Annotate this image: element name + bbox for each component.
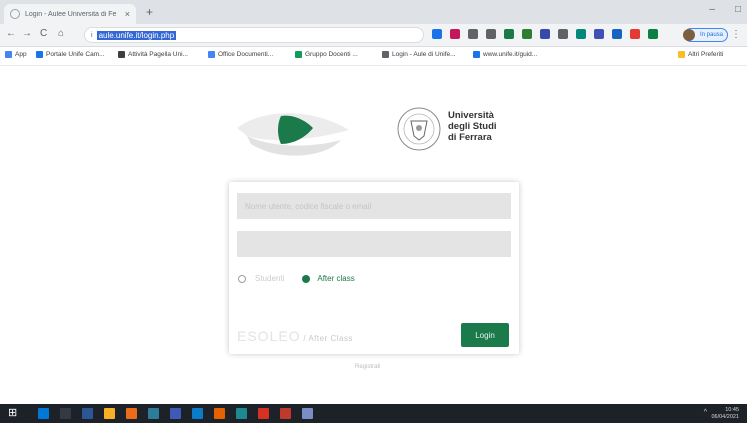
role-radio-group: Studenti After class — [238, 274, 355, 283]
taskbar-app-icon[interactable] — [60, 408, 71, 419]
bookmark-item[interactable]: www.unife.it/guid... — [473, 51, 537, 58]
profile-label: In pausa — [699, 32, 723, 38]
browser-tabstrip: Login - Aulee Universita di Fe × + – □ — [0, 0, 747, 24]
window-controls: – □ — [709, 4, 741, 15]
brand-name: ESOLEO — [237, 328, 301, 344]
bookmark-label: Login - Aule di Unife... — [392, 51, 456, 58]
extension-icon[interactable] — [504, 29, 514, 39]
university-name-line: di Ferrara — [448, 132, 492, 143]
extension-icon[interactable] — [450, 29, 460, 39]
bookmark-item[interactable]: Office Documenti... — [208, 51, 273, 58]
avatar — [683, 29, 695, 41]
menu-icon[interactable]: ⋮ — [731, 29, 741, 40]
url-text[interactable]: aule.unife.it/login.php — [96, 30, 177, 40]
radio-label-studenti[interactable]: Studenti — [255, 274, 284, 283]
apps-icon — [5, 51, 12, 58]
login-card: Studenti After class ESOLEO / After Clas… — [229, 182, 519, 354]
bookmark-item[interactable]: App — [5, 51, 27, 58]
username-field[interactable] — [237, 193, 511, 219]
maximize-button[interactable]: □ — [735, 4, 741, 15]
radio-after-class[interactable] — [302, 274, 311, 283]
browser-toolbar: ← → C ⌂ i aule.unife.it/login.php In pau… — [0, 24, 747, 47]
bookmark-favicon-icon — [36, 51, 43, 58]
brand-wordmark: ESOLEO / After Class — [237, 328, 353, 344]
extension-icon[interactable] — [594, 29, 604, 39]
site-info-icon[interactable]: i — [91, 32, 93, 39]
taskbar-app-icon[interactable] — [126, 408, 137, 419]
brand-subtitle: / After Class — [300, 334, 353, 343]
bookmark-favicon-icon — [382, 51, 389, 58]
taskbar-app-icon[interactable] — [104, 408, 115, 419]
bookmark-favicon-icon — [295, 51, 302, 58]
home-button[interactable]: ⌂ — [58, 28, 64, 39]
extension-icon[interactable] — [558, 29, 568, 39]
extension-icon[interactable] — [540, 29, 550, 39]
start-icon[interactable]: ⊞ — [8, 406, 17, 419]
university-name-line: Università — [448, 110, 494, 121]
extension-icon[interactable] — [612, 29, 622, 39]
radio-label-after-class[interactable]: After class — [317, 274, 354, 283]
extension-icon[interactable] — [432, 29, 442, 39]
app-logo-icon — [237, 113, 349, 156]
extension-icon[interactable] — [522, 29, 532, 39]
taskbar-app-icon[interactable] — [82, 408, 93, 419]
bookmark-label: www.unife.it/guid... — [483, 51, 538, 58]
extension-icon[interactable] — [630, 29, 640, 39]
extension-icon[interactable] — [648, 29, 658, 39]
bookmark-favicon-icon — [473, 51, 480, 58]
reload-button[interactable]: C — [40, 28, 47, 39]
taskbar-app-icon[interactable] — [38, 408, 49, 419]
tray-chevron-icon[interactable]: ^ — [704, 409, 707, 416]
taskbar-app-icon[interactable] — [214, 408, 225, 419]
login-button[interactable]: Login — [461, 323, 509, 347]
folder-icon — [678, 51, 685, 58]
bookmark-label: Attività Pagella Uni... — [128, 51, 188, 58]
forward-button[interactable]: → — [22, 28, 32, 39]
password-field[interactable] — [237, 231, 511, 257]
bookmark-item[interactable]: Gruppo Docenti ... — [295, 51, 358, 58]
profile-button[interactable]: In pausa — [683, 28, 728, 42]
new-tab-button[interactable]: + — [146, 5, 153, 19]
taskbar-app-icon[interactable] — [280, 408, 291, 419]
bookmark-label: Altri Preferiti — [688, 51, 724, 58]
university-name-line: degli Studi — [448, 121, 497, 132]
bookmark-label: App — [15, 51, 27, 58]
radio-studenti[interactable] — [238, 274, 246, 283]
bookmarks-bar: App Portale Unife Cam... Attività Pagell… — [0, 47, 747, 66]
taskbar-app-icon[interactable] — [302, 408, 313, 419]
university-seal-icon — [397, 107, 441, 151]
bookmark-item[interactable]: Attività Pagella Uni... — [118, 51, 188, 58]
minimize-button[interactable]: – — [709, 4, 715, 15]
clock[interactable]: 10:45 06/04/2021 — [711, 407, 739, 420]
university-logo: Università degli Studi di Ferrara — [396, 106, 516, 158]
tab-title: Login - Aulee Universita di Fe — [25, 10, 117, 18]
bookmark-favicon-icon — [208, 51, 215, 58]
extension-icon[interactable] — [486, 29, 496, 39]
taskbar-app-icon[interactable] — [148, 408, 159, 419]
tab-close-icon[interactable]: × — [125, 9, 130, 19]
bookmark-item[interactable]: Login - Aule di Unife... — [382, 51, 456, 58]
extension-icon[interactable] — [576, 29, 586, 39]
other-bookmarks[interactable]: Altri Preferiti — [678, 51, 723, 58]
university-name: Università degli Studi di Ferrara — [448, 110, 497, 143]
clock-date: 06/04/2021 — [711, 413, 739, 420]
bookmark-label: Portale Unife Cam... — [46, 51, 105, 58]
taskbar: ⊞ ^ 10:45 06/04/2021 — [0, 404, 747, 423]
bookmark-favicon-icon — [118, 51, 125, 58]
bookmark-item[interactable]: Portale Unife Cam... — [36, 51, 105, 58]
taskbar-app-icon[interactable] — [170, 408, 181, 419]
taskbar-app-icon[interactable] — [236, 408, 247, 419]
browser-tab[interactable]: Login - Aulee Universita di Fe × — [4, 4, 136, 24]
taskbar-app-icon[interactable] — [258, 408, 269, 419]
address-bar[interactable]: i aule.unife.it/login.php — [84, 27, 424, 43]
back-button[interactable]: ← — [6, 28, 16, 39]
register-link[interactable]: Registrati — [355, 364, 380, 370]
bookmark-label: Gruppo Docenti ... — [305, 51, 358, 58]
tab-favicon-icon — [10, 9, 20, 19]
bookmark-label: Office Documenti... — [218, 51, 274, 58]
extension-icon[interactable] — [468, 29, 478, 39]
taskbar-app-icon[interactable] — [192, 408, 203, 419]
